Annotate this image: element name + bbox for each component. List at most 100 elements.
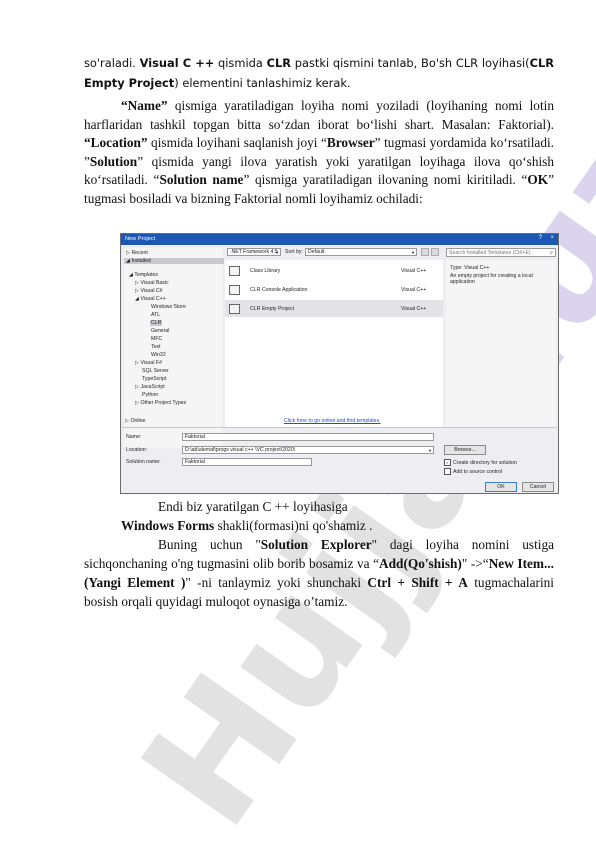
- solution-name-label: Solution name:: [126, 459, 161, 465]
- tree-item-atl[interactable]: ATL: [151, 312, 160, 318]
- checkbox-label: Create directory for solution: [453, 459, 517, 466]
- source-control-checkbox[interactable]: Add to source control: [444, 468, 502, 475]
- text-line: Endi biz yaratilgan C ++ loyihasiga: [158, 499, 348, 514]
- solution-name-field[interactable]: Faktorial: [182, 458, 312, 466]
- bold-text: Solution Explorer: [260, 537, 372, 552]
- divider: [122, 427, 557, 428]
- template-name: CLR Empty Project: [250, 306, 295, 312]
- tree-label: Online: [130, 418, 146, 424]
- tree-item-test[interactable]: Test: [151, 344, 161, 350]
- name-value: Faktorial: [185, 434, 205, 440]
- tree-item-python[interactable]: Python: [142, 392, 158, 398]
- online-templates-link[interactable]: Click here to go online and find templat…: [284, 418, 381, 424]
- browse-button[interactable]: Browse...: [444, 445, 486, 455]
- template-type: Type: Visual C++: [450, 265, 490, 271]
- tree-item-recent[interactable]: ▷ Recent: [126, 250, 148, 256]
- tree-label: Visual Basic: [140, 280, 169, 286]
- tree-item-win32[interactable]: Win32: [151, 352, 166, 358]
- tree-item-mfc[interactable]: MFC: [151, 336, 162, 342]
- tree-label: Templates: [134, 272, 158, 278]
- template-language: Visual C++: [401, 287, 427, 293]
- tree-item-general[interactable]: General: [151, 328, 169, 334]
- tree-item-templates[interactable]: ◢ Templates: [129, 272, 158, 278]
- chevron-down-icon: ▼: [428, 448, 432, 453]
- text-paragraph: Buning uchun "Solution Explorer" dagi lo…: [84, 535, 554, 611]
- tree-item-visual-cs[interactable]: ▷ Visual C#: [135, 288, 163, 294]
- template-item[interactable]: Class Library Visual C++: [225, 262, 443, 279]
- tree-item-sql-server[interactable]: SQL Server: [142, 368, 169, 374]
- list-view-icon[interactable]: [431, 248, 439, 256]
- tree-label: Visual F#: [140, 360, 162, 366]
- tree-label: Installed: [131, 258, 151, 264]
- tree-item-visual-fs[interactable]: ▷ Visual F#: [135, 360, 162, 366]
- search-icon: ⌕: [550, 250, 553, 256]
- location-label: Location:: [126, 447, 148, 453]
- framework-select[interactable]: .NET Framework 4.5 ▼: [227, 248, 281, 256]
- tree-label: JavaScript: [140, 384, 165, 390]
- template-description: An empty project for creating a local ap…: [450, 273, 533, 285]
- bold-text: “Location”: [84, 135, 148, 151]
- template-name: CLR Console Application: [250, 287, 308, 293]
- search-input[interactable]: Search Installed Templates (Ctrl+E) ⌕: [446, 248, 556, 257]
- sortby-value: Default: [308, 249, 325, 255]
- text: shakli(formasi)ni qo'shamiz .: [214, 518, 373, 533]
- bold-text: CLR: [266, 56, 291, 70]
- text: ) elementini tanlashimiz kerak.: [174, 76, 351, 90]
- tree-label: Visual C++: [140, 296, 166, 302]
- checkbox-label: Add to source control: [453, 468, 503, 475]
- bold-text: “Name”: [121, 98, 168, 113]
- template-info: Type: Visual C++ An empty project for cr…: [446, 260, 556, 428]
- checkbox-icon: [444, 468, 451, 475]
- solution-name-value: Faktorial: [185, 459, 205, 465]
- text: Buning uchun ": [158, 537, 261, 552]
- tree-item-windows-store[interactable]: Windows Store: [151, 304, 186, 310]
- console-icon: [229, 285, 240, 295]
- project-icon: [229, 304, 240, 314]
- paragraph-2: “Name” qismiga yaratiladigan loyiha nomi…: [84, 97, 554, 209]
- search-placeholder: Search Installed Templates (Ctrl+E): [449, 250, 531, 256]
- tree-item-online[interactable]: ▷ Online: [125, 418, 145, 424]
- tree-item-other[interactable]: ▷ Other Project Types: [135, 400, 186, 406]
- template-name: Class Library: [250, 268, 281, 274]
- create-directory-checkbox[interactable]: ✓ Create directory for solution: [444, 459, 517, 466]
- name-field[interactable]: Faktorial: [182, 433, 434, 441]
- location-value: D:\ab\alemaf\progs visual c++ \VC projec…: [185, 447, 296, 453]
- template-item-selected[interactable]: CLR Empty Project Visual C++: [225, 300, 443, 317]
- bold-text: Visual C ++: [139, 56, 215, 70]
- location-field[interactable]: D:\ab\alemaf\progs visual c++ \VC projec…: [182, 446, 434, 454]
- chevron-down-icon: ▼: [275, 250, 279, 255]
- sortby-select[interactable]: Default ▼: [305, 248, 417, 256]
- tree-item-installed[interactable]: ◢ Installed: [124, 258, 224, 264]
- dialog-title: New Project: [125, 236, 156, 242]
- paragraph-1: so'raladi. Visual C ++ qismida CLR pastk…: [84, 53, 554, 93]
- tree-item-visual-basic[interactable]: ▷ Visual Basic: [135, 280, 169, 286]
- help-icon[interactable]: ?: [539, 235, 542, 241]
- checkbox-checked-icon: ✓: [444, 459, 451, 466]
- paragraph-3: Endi biz yaratilgan C ++ loyihasiga Wind…: [84, 497, 554, 611]
- bold-text: OK: [527, 172, 549, 188]
- text: pastki qismini tanlab, Bo'sh CLR loyihas…: [291, 56, 530, 70]
- tree-item-typescript[interactable]: TypeScript: [142, 376, 167, 382]
- text: " -ni tanlaymiz yoki shunchaki: [185, 575, 368, 590]
- bold-text: Add(Qo'shish): [379, 556, 462, 571]
- tree-label: Recent: [131, 250, 148, 256]
- dialog-titlebar: New Project ? ×: [121, 234, 558, 245]
- tree-item-javascript[interactable]: ▷ JavaScript: [135, 384, 165, 390]
- template-list: Class Library Visual C++ CLR Console Appl…: [225, 260, 443, 428]
- cancel-button[interactable]: Cancel: [522, 482, 554, 492]
- bold-text: Ctrl + Shift + A: [367, 575, 468, 590]
- ok-button[interactable]: OK: [485, 482, 517, 492]
- sortby-label: Sort by:: [285, 249, 303, 255]
- bold-text: Solution: [89, 153, 138, 169]
- text-line: Windows Forms shakli(formasi)ni qo'shami…: [84, 516, 554, 535]
- tree-item-clr[interactable]: CLR: [150, 320, 163, 326]
- tree-item-visual-cpp[interactable]: ◢ Visual C++: [135, 296, 166, 302]
- framework-value: .NET Framework 4.5: [230, 249, 278, 255]
- bold-text: Windows Forms: [121, 518, 215, 533]
- text: ” qismiga yaratiladigan ilovaning nomi k…: [243, 172, 528, 188]
- template-item[interactable]: CLR Console Application Visual C++: [225, 281, 443, 298]
- project-icon: [229, 266, 240, 276]
- grid-view-icon[interactable]: [421, 248, 429, 256]
- bold-text: Browser: [326, 135, 375, 151]
- close-icon[interactable]: ×: [550, 235, 554, 241]
